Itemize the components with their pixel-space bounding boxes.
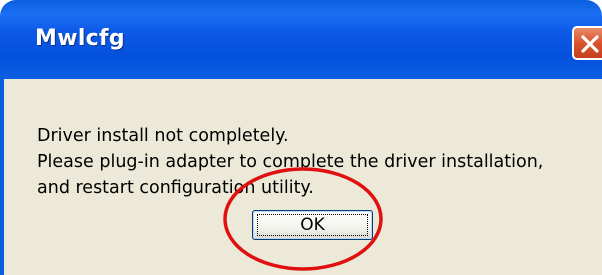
message-line: Driver install not completely. [37,126,289,146]
window-title: Mwlcfg [35,26,125,51]
message-line: and restart configuration utility. [37,178,314,198]
ok-button-label: OK [300,215,325,235]
message-line: Please plug-in adapter to complete the d… [37,152,544,172]
dialog-window: Mwlcfg Driver install not completely. Pl… [0,0,602,275]
close-icon [581,35,599,53]
message-text: Driver install not completely. Please pl… [37,123,543,201]
title-bar[interactable]: Mwlcfg [0,0,602,79]
ok-button[interactable]: OK [252,210,373,240]
close-button[interactable] [572,26,602,60]
